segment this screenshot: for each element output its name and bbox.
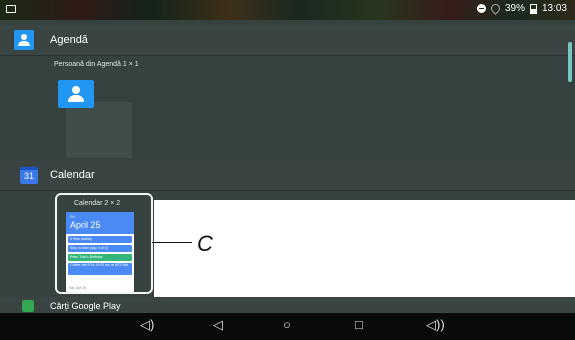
section-title-agenda: Agendă — [50, 34, 88, 46]
battery-percent: 39% — [504, 3, 525, 14]
home-icon[interactable]: ○ — [283, 318, 291, 332]
play-books-app-icon — [22, 300, 34, 312]
volume-up-icon[interactable]: ◁)) — [426, 318, 445, 332]
battery-icon — [529, 3, 537, 14]
annotation-letter: C — [197, 231, 213, 256]
calendar-event: Stay in town (day 4 of 5) — [68, 245, 132, 252]
calendar-widget-header: Fri April 25 — [66, 212, 134, 234]
recents-icon[interactable]: □ — [355, 318, 363, 332]
calendar-footer-date: Sat, Apr 26 — [69, 286, 87, 290]
calendar-day: Fri — [70, 214, 75, 219]
annotation-background — [154, 200, 575, 297]
contact-person-icon — [58, 80, 94, 108]
back-icon[interactable]: ◁ — [213, 318, 223, 332]
divider — [0, 190, 575, 191]
annotation-line — [152, 242, 192, 243]
section-header-agenda: Agendă — [0, 25, 575, 55]
status-bar: 39% 13:03 — [0, 0, 575, 20]
contact-widget-preview[interactable] — [58, 80, 138, 160]
calendar-app-icon: 31 — [20, 167, 38, 184]
status-right: 39% 13:03 — [476, 2, 567, 15]
volume-down-icon[interactable]: ◁) — [140, 318, 154, 332]
do-not-disturb-icon — [476, 4, 486, 13]
section-header-calendar: 31 Calendar — [0, 160, 575, 190]
calendar-event: Peter Tran's Birthday — [68, 254, 132, 261]
calendar-event: 4 New visiting — [68, 236, 132, 243]
scrollbar-thumb[interactable] — [568, 42, 572, 82]
contacts-app-icon — [14, 30, 34, 50]
divider — [0, 55, 575, 56]
widget-label-calendar: Calendar 2 × 2 — [74, 200, 121, 207]
calendar-widget-highlight[interactable]: Calendar 2 × 2 Fri April 25 4 New visiti… — [55, 193, 153, 294]
section-title-play-books: Cărți Google Play — [50, 301, 121, 311]
calendar-widget-preview: Fri April 25 4 New visiting Stay in town… — [66, 212, 134, 292]
calendar-date: April 25 — [70, 220, 101, 230]
section-header-play-books: Cărți Google Play — [0, 297, 575, 313]
navigation-bar: ◁) ◁ ○ □ ◁)) — [0, 313, 575, 340]
calendar-event: Coffee with Eric 10:00 am at WOI Bar — [68, 263, 132, 275]
wifi-icon — [489, 2, 502, 15]
clock: 13:03 — [541, 3, 567, 14]
section-title-calendar: Calendar — [50, 169, 95, 181]
screenshot-notification-icon — [6, 5, 16, 13]
contact-widget-shadow — [66, 102, 132, 158]
widget-label-contact: Persoană din Agendă 1 × 1 — [54, 61, 139, 68]
